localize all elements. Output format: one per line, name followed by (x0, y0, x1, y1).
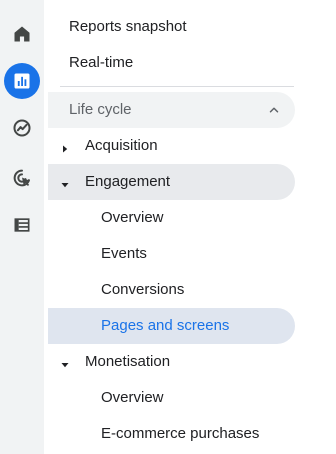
nav-item-label: Engagement (85, 173, 171, 190)
caret-down-icon (60, 357, 70, 368)
nav-subitem-ecommerce-purchases[interactable]: E-commerce purchases (48, 416, 295, 452)
chevron-up-icon[interactable] (267, 103, 281, 122)
nav-item-monetisation[interactable]: Monetisation (48, 344, 295, 380)
nav-subitem-conversions[interactable]: Conversions (48, 272, 295, 308)
configure-button[interactable] (4, 207, 40, 243)
explore-icon (11, 117, 33, 139)
report-navigation: Reports snapshot Real-time Life cycle Ac… (44, 0, 336, 454)
reports-icon (12, 71, 32, 91)
nav-subitem-label: Overview (101, 389, 164, 406)
left-rail (0, 0, 44, 454)
nav-item-label: Acquisition (85, 137, 158, 154)
nav-subitem-label: E-commerce purchases (101, 425, 260, 442)
nav-subitem-events[interactable]: Events (48, 236, 295, 272)
nav-subitem-overview[interactable]: Overview (48, 380, 295, 416)
nav-reports-snapshot[interactable]: Reports snapshot (69, 17, 187, 37)
home-button[interactable] (4, 16, 40, 52)
reports-button[interactable] (4, 63, 40, 99)
nav-subitem-pages-and-screens[interactable]: Pages and screens (48, 308, 295, 344)
explore-button[interactable] (4, 110, 40, 146)
caret-right-icon (60, 141, 70, 153)
nav-realtime[interactable]: Real-time (69, 53, 133, 73)
divider (60, 86, 294, 87)
section-label: Life cycle (69, 101, 132, 118)
nav-subitem-label: Conversions (101, 281, 185, 298)
section-life-cycle[interactable]: Life cycle (48, 92, 295, 128)
home-icon (12, 24, 32, 44)
configure-icon (12, 215, 32, 235)
nav-subitem-label: Pages and screens (101, 317, 230, 334)
app: Reports snapshot Real-time Life cycle Ac… (0, 0, 336, 454)
nav-subitem-overview[interactable]: Overview (48, 200, 295, 236)
nav-item-engagement[interactable]: Engagement (48, 164, 295, 200)
nav-item-acquisition[interactable]: Acquisition (48, 128, 295, 164)
nav-item-label: Monetisation (85, 353, 171, 370)
nav-subitem-label: Overview (101, 209, 164, 226)
nav-subitem-label: Events (101, 245, 147, 262)
caret-down-icon (60, 177, 70, 188)
advertising-button[interactable] (4, 160, 40, 196)
advertising-icon (11, 167, 33, 189)
